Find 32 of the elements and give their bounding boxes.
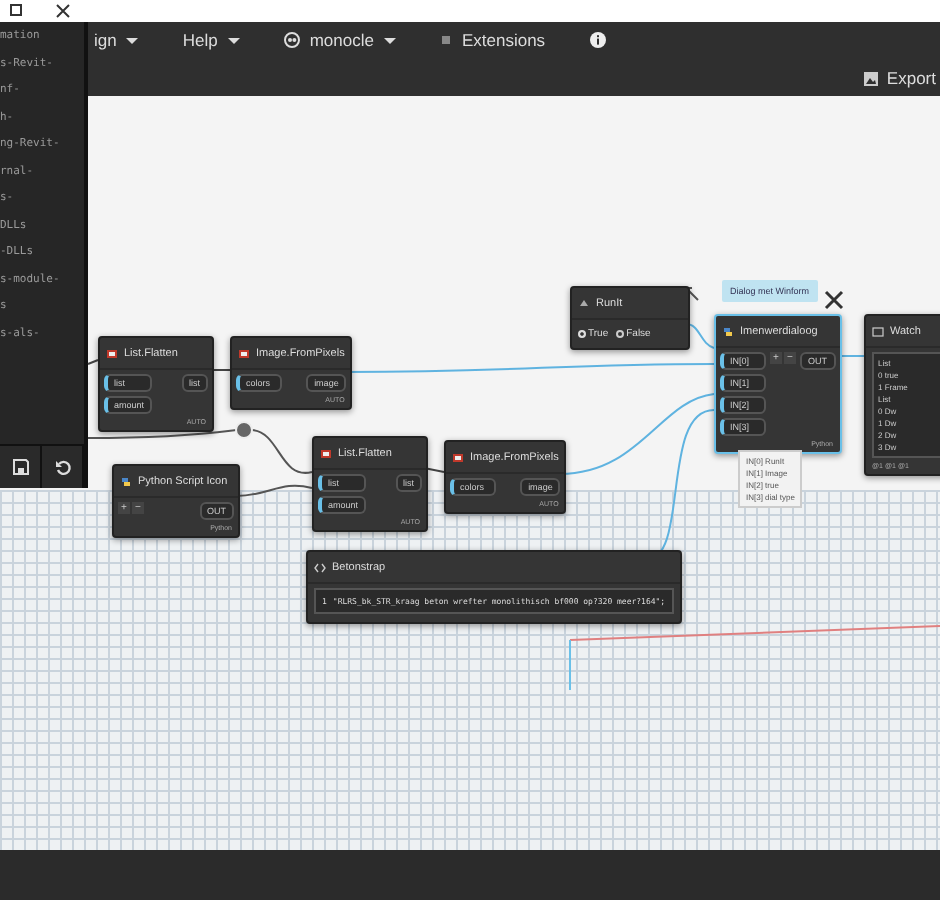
- save-button[interactable]: [0, 446, 42, 488]
- python-icon: [722, 325, 734, 337]
- function-node-icon: [238, 347, 250, 359]
- radio-button[interactable]: [578, 330, 586, 338]
- function-node-icon: [320, 447, 332, 459]
- info-icon[interactable]: [589, 32, 606, 48]
- function-node-icon: [452, 451, 464, 463]
- menu-item[interactable]: ign: [94, 30, 139, 50]
- undo-icon: [53, 458, 71, 476]
- undo-button[interactable]: [42, 446, 84, 488]
- image-icon: [864, 71, 879, 85]
- export-button[interactable]: Export: [864, 68, 936, 88]
- wire: [685, 323, 715, 349]
- wire: [235, 484, 313, 497]
- maximize-icon: [10, 4, 22, 16]
- python-icon: [120, 475, 132, 487]
- scissors-icon[interactable]: [824, 290, 844, 310]
- wire-pin[interactable]: [235, 421, 253, 439]
- toggle-icon: [578, 297, 590, 309]
- menu-item[interactable]: Help: [182, 30, 240, 50]
- radio-button[interactable]: [616, 330, 625, 338]
- code-block-icon: [314, 561, 326, 573]
- menu-item[interactable]: Extensions: [439, 30, 546, 50]
- function-node-icon: [106, 347, 118, 359]
- menu-item[interactable]: monocle: [283, 30, 396, 50]
- z-axis-line: [569, 639, 571, 691]
- wire: [87, 359, 99, 365]
- watch-icon: [872, 325, 884, 337]
- maximize-button[interactable]: [6, 0, 26, 20]
- wire: [251, 429, 313, 474]
- close-button[interactable]: [52, 0, 72, 20]
- close-icon: [55, 3, 69, 17]
